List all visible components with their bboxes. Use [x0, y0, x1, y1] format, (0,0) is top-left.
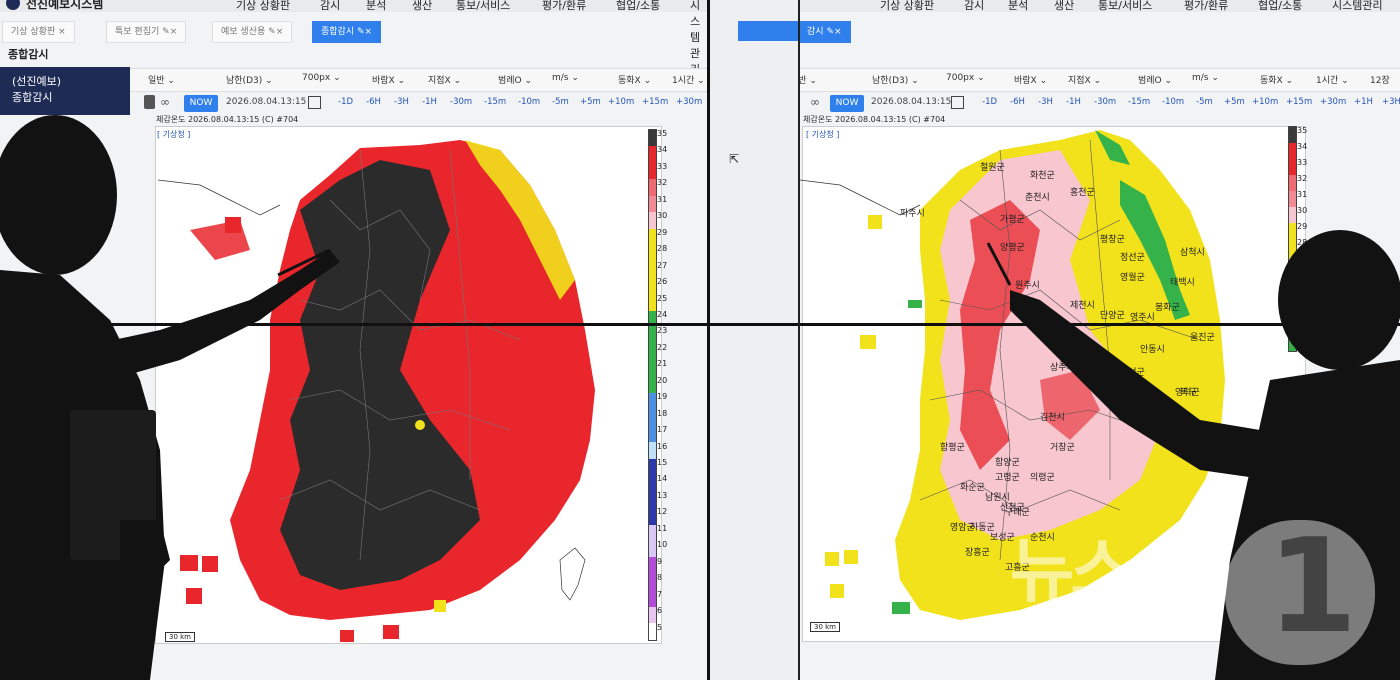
person-left-silhouette	[0, 115, 340, 680]
watermark-text: 뉴스	[1010, 530, 1135, 612]
pointer-stick	[986, 242, 1012, 286]
people-silhouettes	[0, 115, 1400, 680]
watermark-logo: 1	[1225, 510, 1375, 665]
